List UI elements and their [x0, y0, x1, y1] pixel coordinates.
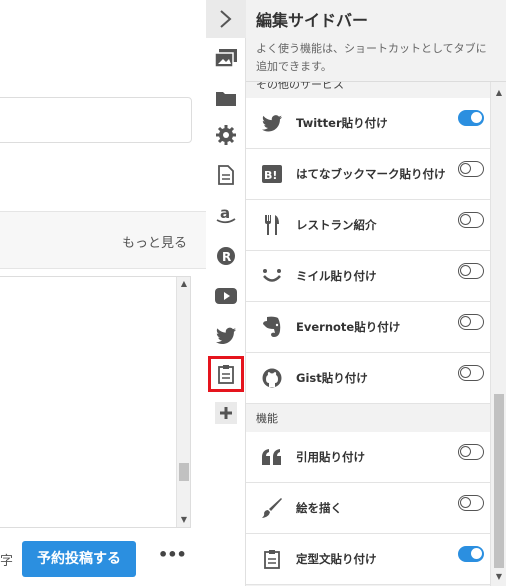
list-item-twitter[interactable]: Twitter貼り付け: [246, 98, 490, 149]
editor-area: もっと見る ▲ ▼ 字 予約投稿する •••: [0, 0, 206, 586]
sidebar-icon-rail: a R: [206, 0, 246, 586]
list-item-quote[interactable]: 引用貼り付け: [246, 432, 490, 483]
panel-title: 編集サイドバー: [256, 11, 369, 30]
clipboard-icon: [260, 547, 284, 571]
item-label: 引用貼り付け: [296, 450, 365, 464]
toggle-knob: [460, 214, 471, 225]
toggle-knob: [460, 265, 471, 276]
youtube-icon[interactable]: [213, 283, 239, 309]
item-label: ミイル貼り付け: [296, 269, 377, 283]
list-item-miil[interactable]: ミイル貼り付け: [246, 251, 490, 302]
toggle-switch[interactable]: [458, 110, 484, 126]
toggle-switch[interactable]: [458, 495, 484, 511]
smile-icon: [260, 264, 284, 288]
toggle-switch[interactable]: [458, 212, 484, 228]
toggle-switch[interactable]: [458, 161, 484, 177]
svg-text:B!: B!: [264, 169, 277, 182]
svg-text:R: R: [222, 250, 231, 264]
item-label: 定型文貼り付け: [296, 552, 377, 566]
edit-sidebar-panel: 編集サイドバー よく使う機能は、ショートカットとしてタブに追加できます。 その他…: [246, 0, 506, 586]
r-icon[interactable]: R: [213, 243, 239, 269]
list-item-draw[interactable]: 絵を描く: [246, 483, 490, 534]
twitter-icon: [260, 111, 284, 135]
hatena-bookmark-icon: B!: [260, 162, 284, 186]
more-link[interactable]: もっと見る: [122, 232, 187, 251]
plus-icon[interactable]: [213, 400, 239, 426]
gear-icon[interactable]: [213, 122, 239, 148]
collapse-sidebar-button[interactable]: [206, 0, 246, 38]
evernote-icon: [260, 315, 284, 339]
svg-text:a: a: [220, 205, 230, 222]
list-item-evernote[interactable]: Evernote貼り付け: [246, 302, 490, 353]
toggle-switch[interactable]: [458, 444, 484, 460]
list-item-gist[interactable]: Gist貼り付け: [246, 353, 490, 404]
item-label: レストラン紹介: [296, 218, 377, 232]
toggle-knob: [471, 112, 482, 123]
toggle-switch[interactable]: [458, 365, 484, 381]
fork-knife-icon: [260, 213, 284, 237]
editor-scrollbar[interactable]: ▲ ▼: [176, 277, 190, 527]
list-item-hatena[interactable]: B! はてなブックマーク貼り付け: [246, 149, 490, 200]
twitter-icon[interactable]: [213, 323, 239, 349]
scroll-up-arrow-icon[interactable]: ▲: [491, 86, 506, 100]
item-label: Twitter貼り付け: [296, 116, 388, 130]
body-editor[interactable]: ▲ ▼: [0, 276, 191, 528]
panel-scrollbar[interactable]: ▲ ▼: [490, 82, 506, 586]
brush-icon: [260, 496, 284, 520]
quote-icon: [260, 445, 284, 469]
list-item-template[interactable]: 定型文貼り付け: [246, 534, 490, 585]
scroll-down-arrow-icon[interactable]: ▼: [491, 570, 506, 584]
toggle-switch[interactable]: [458, 314, 484, 330]
toggle-knob: [460, 367, 471, 378]
item-label: Evernote貼り付け: [296, 320, 401, 334]
title-input[interactable]: [0, 97, 192, 143]
item-label: 絵を描く: [296, 501, 342, 515]
section-header-features: 機能: [246, 406, 490, 432]
recommend-band: もっと見る: [0, 211, 206, 269]
toggle-switch[interactable]: [458, 546, 484, 562]
section-header-other-services: その他のサービス: [246, 82, 490, 98]
image-icon[interactable]: [213, 45, 239, 71]
item-label: Gist貼り付け: [296, 371, 368, 385]
scroll-thumb[interactable]: [494, 394, 504, 568]
more-options-button[interactable]: •••: [158, 545, 187, 569]
scroll-thumb[interactable]: [179, 463, 189, 481]
panel-description: よく使う機能は、ショートカットとしてタブに追加できます。: [256, 42, 487, 73]
scroll-up-arrow-icon[interactable]: ▲: [177, 277, 191, 291]
item-label: はてなブックマーク貼り付け: [296, 167, 446, 181]
amazon-icon[interactable]: a: [213, 202, 239, 228]
panel-list: その他のサービス Twitter貼り付け B! はてなブックマーク貼り付け レス…: [246, 82, 490, 586]
github-icon: [260, 366, 284, 390]
clipboard-icon[interactable]: [208, 356, 244, 392]
document-icon[interactable]: [213, 162, 239, 188]
char-count-suffix: 字: [0, 554, 14, 569]
toggle-switch[interactable]: [458, 263, 484, 279]
schedule-post-button[interactable]: 予約投稿する: [22, 541, 136, 577]
toggle-knob: [460, 446, 471, 457]
scroll-down-arrow-icon[interactable]: ▼: [177, 513, 191, 527]
list-item-restaurant[interactable]: レストラン紹介: [246, 200, 490, 251]
toggle-knob: [460, 497, 471, 508]
folder-icon[interactable]: [213, 85, 239, 111]
panel-header: 編集サイドバー よく使う機能は、ショートカットとしてタブに追加できます。: [246, 0, 506, 82]
toggle-knob: [471, 548, 482, 559]
chevron-right-icon[interactable]: [213, 6, 239, 32]
toggle-knob: [460, 163, 471, 174]
toggle-knob: [460, 316, 471, 327]
